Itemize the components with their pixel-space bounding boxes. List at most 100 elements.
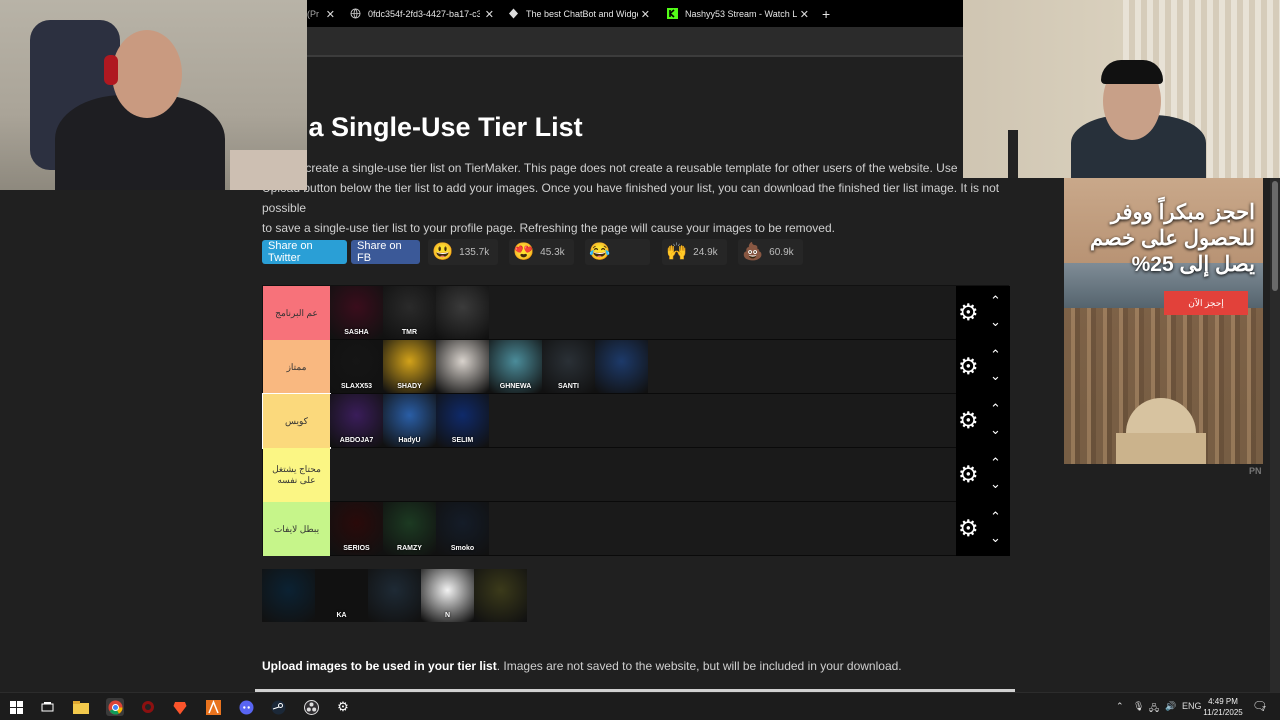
tier-image[interactable]: Smoko: [436, 502, 489, 555]
tier-label[interactable]: ممتاز: [263, 340, 330, 394]
brave-icon[interactable]: [171, 698, 189, 716]
tier-label[interactable]: كويس: [262, 393, 331, 449]
steam-icon[interactable]: [269, 698, 287, 716]
reaction-laugh[interactable]: 😂: [585, 239, 650, 265]
chevron-up-icon[interactable]: ⌃: [990, 401, 1001, 417]
new-tab-button[interactable]: +: [822, 0, 836, 27]
tier-image[interactable]: GHNEWA: [489, 340, 542, 393]
tier-image-label: ABDOJA7: [339, 437, 374, 444]
close-icon[interactable]: ✕: [485, 8, 494, 21]
chevron-up-icon[interactable]: ⌃: [1116, 701, 1124, 712]
tier-image[interactable]: ABDOJA7: [330, 394, 383, 447]
headset-icon: [104, 55, 118, 85]
gear-icon[interactable]: ⚙: [958, 461, 979, 487]
close-icon[interactable]: ✕: [800, 8, 809, 21]
tier-image[interactable]: [368, 569, 421, 622]
tier-image[interactable]: SHADY: [383, 340, 436, 393]
tier-image[interactable]: RAMZY: [383, 502, 436, 555]
image-pool: KA N: [262, 569, 527, 622]
kick-icon: [667, 7, 679, 20]
close-icon[interactable]: ✕: [641, 8, 650, 21]
gear-icon[interactable]: ⚙: [958, 353, 979, 379]
reaction-raised-hands[interactable]: 🙌 24.9k: [662, 239, 727, 265]
tab-chatbot[interactable]: The best ChatBot and Widgets ✕: [508, 0, 656, 27]
reaction-heart-eyes[interactable]: 😍 45.3k: [509, 239, 574, 265]
close-icon[interactable]: ✕: [326, 8, 335, 21]
network-icon[interactable]: 🖧: [1149, 701, 1159, 717]
tier-row: محتاج يشتغل على نفسه ⚙ ⌃ ⌄: [263, 448, 1010, 502]
chevron-up-icon[interactable]: ⌃: [990, 347, 1001, 363]
chevron-down-icon[interactable]: ⌄: [990, 476, 1001, 492]
tier-image[interactable]: SASHA: [330, 286, 383, 339]
tier-label[interactable]: محتاج يشتغل على نفسه: [263, 448, 330, 502]
tier-image[interactable]: TMR: [383, 286, 436, 339]
tier-label[interactable]: يبطل لايفات: [263, 502, 330, 556]
gear-icon[interactable]: ⚙: [958, 299, 979, 325]
tier-label[interactable]: عم البرنامج: [263, 286, 330, 340]
chevron-down-icon[interactable]: ⌄: [990, 314, 1001, 330]
tier-row: يبطل لايفات SERIOS RAMZY Smoko ⚙ ⌃ ⌄: [263, 502, 1010, 556]
app-red-icon[interactable]: [139, 698, 157, 716]
tab-title: The best ChatBot and Widgets: [526, 8, 638, 19]
chrome-icon[interactable]: [106, 698, 124, 716]
tab-uuid[interactable]: 0fdc354f-2fd3-4427-ba17-c3f5 ✕: [350, 0, 500, 27]
file-explorer-icon[interactable]: [72, 698, 90, 716]
chevron-up-icon[interactable]: ⌃: [990, 509, 1001, 525]
tab-kick-stream[interactable]: Nashyy53 Stream - Watch Live ✕: [667, 0, 815, 27]
page-title: ate a Single-Use Tier List: [262, 112, 583, 142]
page-scrollbar[interactable]: [1270, 175, 1280, 692]
ad-book-now-button[interactable]: إحجز الآن: [1164, 291, 1248, 315]
tier-image[interactable]: [595, 340, 648, 393]
tier-image[interactable]: SLAXX53: [330, 340, 383, 393]
scrollbar-thumb[interactable]: [1272, 181, 1278, 291]
tier-image-label: Smoko: [450, 545, 475, 552]
chevron-down-icon[interactable]: ⌄: [990, 368, 1001, 384]
gear-icon[interactable]: ⚙: [958, 515, 979, 541]
reaction-poop[interactable]: 💩 60.9k: [738, 239, 803, 265]
reaction-smile[interactable]: 😃 135.7k: [428, 239, 498, 265]
tab-tiermaker[interactable]: (Pr ✕: [307, 0, 339, 27]
tier-image[interactable]: [474, 569, 527, 622]
microphone-icon[interactable]: 🎙: [1133, 701, 1144, 712]
tier-image[interactable]: [262, 569, 315, 622]
advertisement[interactable]: احجز مبكراً ووفر للحصول على خصم يصل إلى …: [1064, 178, 1263, 464]
app-orange-icon[interactable]: [204, 698, 222, 716]
language-indicator[interactable]: ENG: [1182, 701, 1202, 711]
discord-icon[interactable]: [237, 698, 255, 716]
tier-controls: ⚙ ⌃ ⌄: [956, 394, 1010, 448]
webcam-overlay-left: [0, 0, 307, 190]
tier-image[interactable]: SANTI: [542, 340, 595, 393]
task-view-icon[interactable]: [38, 698, 56, 716]
tier-image[interactable]: [436, 340, 489, 393]
chevron-down-icon[interactable]: ⌄: [990, 530, 1001, 546]
tier-image-label: RAMZY: [397, 545, 422, 552]
windows-start-icon[interactable]: [7, 698, 25, 716]
tier-image[interactable]: N: [421, 569, 474, 622]
tier-image[interactable]: SERIOS: [330, 502, 383, 555]
tier-image[interactable]: HadyU: [383, 394, 436, 447]
tier-controls: ⚙ ⌃ ⌄: [956, 502, 1010, 556]
gear-icon[interactable]: ⚙: [958, 407, 979, 433]
tier-items: ABDOJA7 HadyU SELIM: [330, 394, 489, 448]
heart-eyes-icon: 😍: [513, 242, 535, 261]
ad-headline: احجز مبكراً ووفر للحصول على خصم يصل إلى …: [1089, 201, 1255, 276]
chevron-down-icon[interactable]: ⌄: [990, 422, 1001, 438]
description-line-1: page to create a single-use tier list on…: [262, 161, 958, 175]
tier-items: SERIOS RAMZY Smoko: [330, 502, 489, 556]
obs-icon[interactable]: [302, 698, 320, 716]
volume-icon[interactable]: 🔊: [1165, 701, 1176, 712]
tab-title: (Pr: [307, 8, 319, 19]
tier-image-label: HadyU: [398, 437, 421, 444]
chevron-up-icon[interactable]: ⌃: [990, 293, 1001, 309]
system-clock[interactable]: 4:49 PM 11/21/2025: [1200, 696, 1246, 718]
tier-image[interactable]: KA: [315, 569, 368, 622]
share-fb-button[interactable]: Share on FB: [351, 240, 420, 264]
share-twitter-button[interactable]: Share on Twitter: [262, 240, 347, 264]
tier-image[interactable]: SELIM: [436, 394, 489, 447]
description-line-3: to save a single-use tier list to your p…: [262, 221, 835, 235]
chevron-up-icon[interactable]: ⌃: [990, 455, 1001, 471]
tab-title: Nashyy53 Stream - Watch Live: [685, 8, 797, 19]
settings-gear-icon[interactable]: ⚙: [334, 698, 352, 716]
tier-image[interactable]: [436, 286, 489, 339]
ad-building-image: [1116, 433, 1206, 464]
